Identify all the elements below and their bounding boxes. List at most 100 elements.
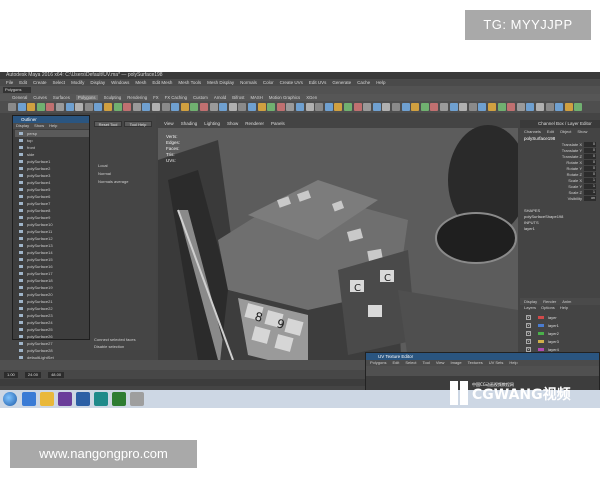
uv-menu-item[interactable]: UV Sets [489, 360, 504, 365]
tool-help-button[interactable]: Tool Help [124, 121, 152, 127]
shelf-tool-icon[interactable] [257, 103, 266, 111]
shelf-tab[interactable]: Rendering [127, 95, 147, 100]
range-start[interactable]: 1.00 [4, 372, 18, 378]
outliner-item[interactable]: polySurface7 [15, 200, 89, 207]
shelf-tool-icon[interactable] [17, 103, 26, 111]
command-line[interactable] [0, 379, 365, 386]
shelf-tool-icon[interactable] [440, 103, 448, 111]
shelf-tool-icon[interactable] [449, 103, 458, 111]
outliner-item[interactable]: side [15, 151, 89, 158]
shelf-tool-icon[interactable] [536, 103, 544, 111]
menu-item[interactable]: Color [263, 80, 274, 85]
layer-tab[interactable]: Display [524, 299, 537, 304]
shelf-tool-icon[interactable] [555, 103, 564, 111]
uv-menu-item[interactable]: View [436, 360, 445, 365]
visibility-toggle[interactable]: V [526, 331, 531, 336]
shelf-tool-icon[interactable] [526, 103, 535, 111]
shelf-tool-icon[interactable] [315, 103, 324, 111]
outliner-item[interactable]: polySurface19 [15, 284, 89, 291]
layer-tab[interactable]: Anim [562, 299, 571, 304]
layer-color-swatch[interactable] [538, 332, 544, 335]
shelf-tool-icon[interactable] [171, 103, 180, 111]
outliner-item[interactable]: polySurface17 [15, 270, 89, 277]
outliner-item[interactable]: polySurface11 [15, 228, 89, 235]
viewport-3d[interactable]: View Shading Lighting Show Renderer Panels [158, 120, 518, 360]
outliner-item[interactable]: polySurface21 [15, 298, 89, 305]
shelf-tool-icon[interactable] [430, 103, 439, 111]
shelf-tool-icon[interactable] [468, 103, 477, 111]
shelf-tab[interactable]: FX [153, 95, 159, 100]
outliner-item[interactable]: polySurface9 [15, 214, 89, 221]
shelf-tool-icon[interactable] [36, 103, 45, 111]
photoshop-icon[interactable] [76, 392, 90, 406]
attribute-value[interactable]: 0 [584, 160, 596, 165]
mode-selector[interactable]: Polygons [3, 87, 31, 93]
outliner-item[interactable]: polySurface6 [15, 193, 89, 200]
shelf-tab[interactable]: Sculpting [104, 95, 122, 100]
shelf-tool-icon[interactable] [75, 103, 84, 111]
shelf-tool-icon[interactable] [142, 103, 151, 111]
time-slider[interactable] [0, 360, 365, 370]
menu-item[interactable]: Generate [332, 80, 351, 85]
layer-menu-item[interactable]: Help [560, 305, 568, 310]
shelf-tool-icon[interactable] [238, 103, 247, 111]
visibility-toggle[interactable]: V [526, 323, 531, 328]
shelf-tool-icon[interactable] [574, 103, 583, 111]
shelf-tab[interactable]: Bifrost [232, 95, 244, 100]
menu-item[interactable]: Select [53, 80, 66, 85]
disable-selection-label[interactable]: Disable selection [94, 344, 124, 350]
attribute-value[interactable]: 0 [584, 166, 596, 171]
outliner-item[interactable]: polySurface15 [15, 256, 89, 263]
shelf-tool-icon[interactable] [94, 103, 103, 111]
attribute-value[interactable]: 0 [584, 172, 596, 177]
shelf-tool-icon[interactable] [132, 103, 141, 111]
selected-object-name[interactable]: polySurface198 [520, 135, 600, 142]
shelf-tool-icon[interactable] [267, 103, 276, 111]
outliner-item[interactable]: polySurface14 [15, 249, 89, 256]
shelf-tool-icon[interactable] [228, 103, 237, 111]
shelf-tool-icon[interactable] [8, 103, 16, 111]
app-icon[interactable] [112, 392, 126, 406]
outliner-item[interactable]: polySurface13 [15, 242, 89, 249]
layer-color-swatch[interactable] [538, 324, 544, 327]
shelf-tool-icon[interactable] [46, 103, 55, 111]
outliner-item[interactable]: polySurface24 [15, 319, 89, 326]
media-player-icon[interactable] [58, 392, 72, 406]
menu-item[interactable]: Create [33, 80, 47, 85]
channel-box-tab[interactable]: Channels [524, 129, 541, 134]
outliner-item[interactable]: polySurface2 [15, 165, 89, 172]
menu-item[interactable]: Windows [111, 80, 129, 85]
menu-item[interactable]: Modify [71, 80, 84, 85]
layer-row[interactable]: Vlayer2 [524, 330, 596, 337]
channel-box-tab[interactable]: Object [560, 129, 572, 134]
outliner-item[interactable]: front [15, 144, 89, 151]
shelf-tool-icon[interactable] [286, 103, 295, 111]
visibility-toggle[interactable]: V [526, 339, 531, 344]
option-normal[interactable]: Normal [98, 171, 111, 177]
shelf-tool-icon[interactable] [497, 103, 506, 111]
shelf-tool-icon[interactable] [152, 103, 160, 111]
range-end[interactable]: 24.00 [24, 372, 41, 378]
outliner-menu-item[interactable]: Show [34, 123, 44, 128]
attribute-value[interactable]: on [584, 196, 596, 201]
outliner-item[interactable]: top [15, 137, 89, 144]
shelf-tool-icon[interactable] [411, 103, 420, 111]
outliner-item[interactable]: polySurface4 [15, 179, 89, 186]
explorer-icon[interactable] [40, 392, 54, 406]
shelf-tab[interactable]: General [12, 95, 27, 100]
shelf-tool-icon[interactable] [209, 103, 218, 111]
shelf-tool-icon[interactable] [564, 103, 573, 111]
start-button[interactable] [3, 392, 17, 406]
shelf-tool-icon[interactable] [334, 103, 343, 111]
layer-row[interactable]: Vlayer3 [524, 338, 596, 345]
attribute-value[interactable]: 0 [584, 142, 596, 147]
shelf-tool-icon[interactable] [123, 103, 132, 111]
maya-icon[interactable] [94, 392, 108, 406]
outliner-item[interactable]: persp [15, 130, 89, 137]
shelf-tool-icon[interactable] [353, 103, 362, 111]
outliner-menu-item[interactable]: Help [49, 123, 57, 128]
shelf-tool-icon[interactable] [296, 103, 304, 111]
shelf-tool-icon[interactable] [84, 103, 93, 111]
outliner-item[interactable]: polySurface18 [15, 277, 89, 284]
shelf-tab[interactable]: XGen [306, 95, 317, 100]
